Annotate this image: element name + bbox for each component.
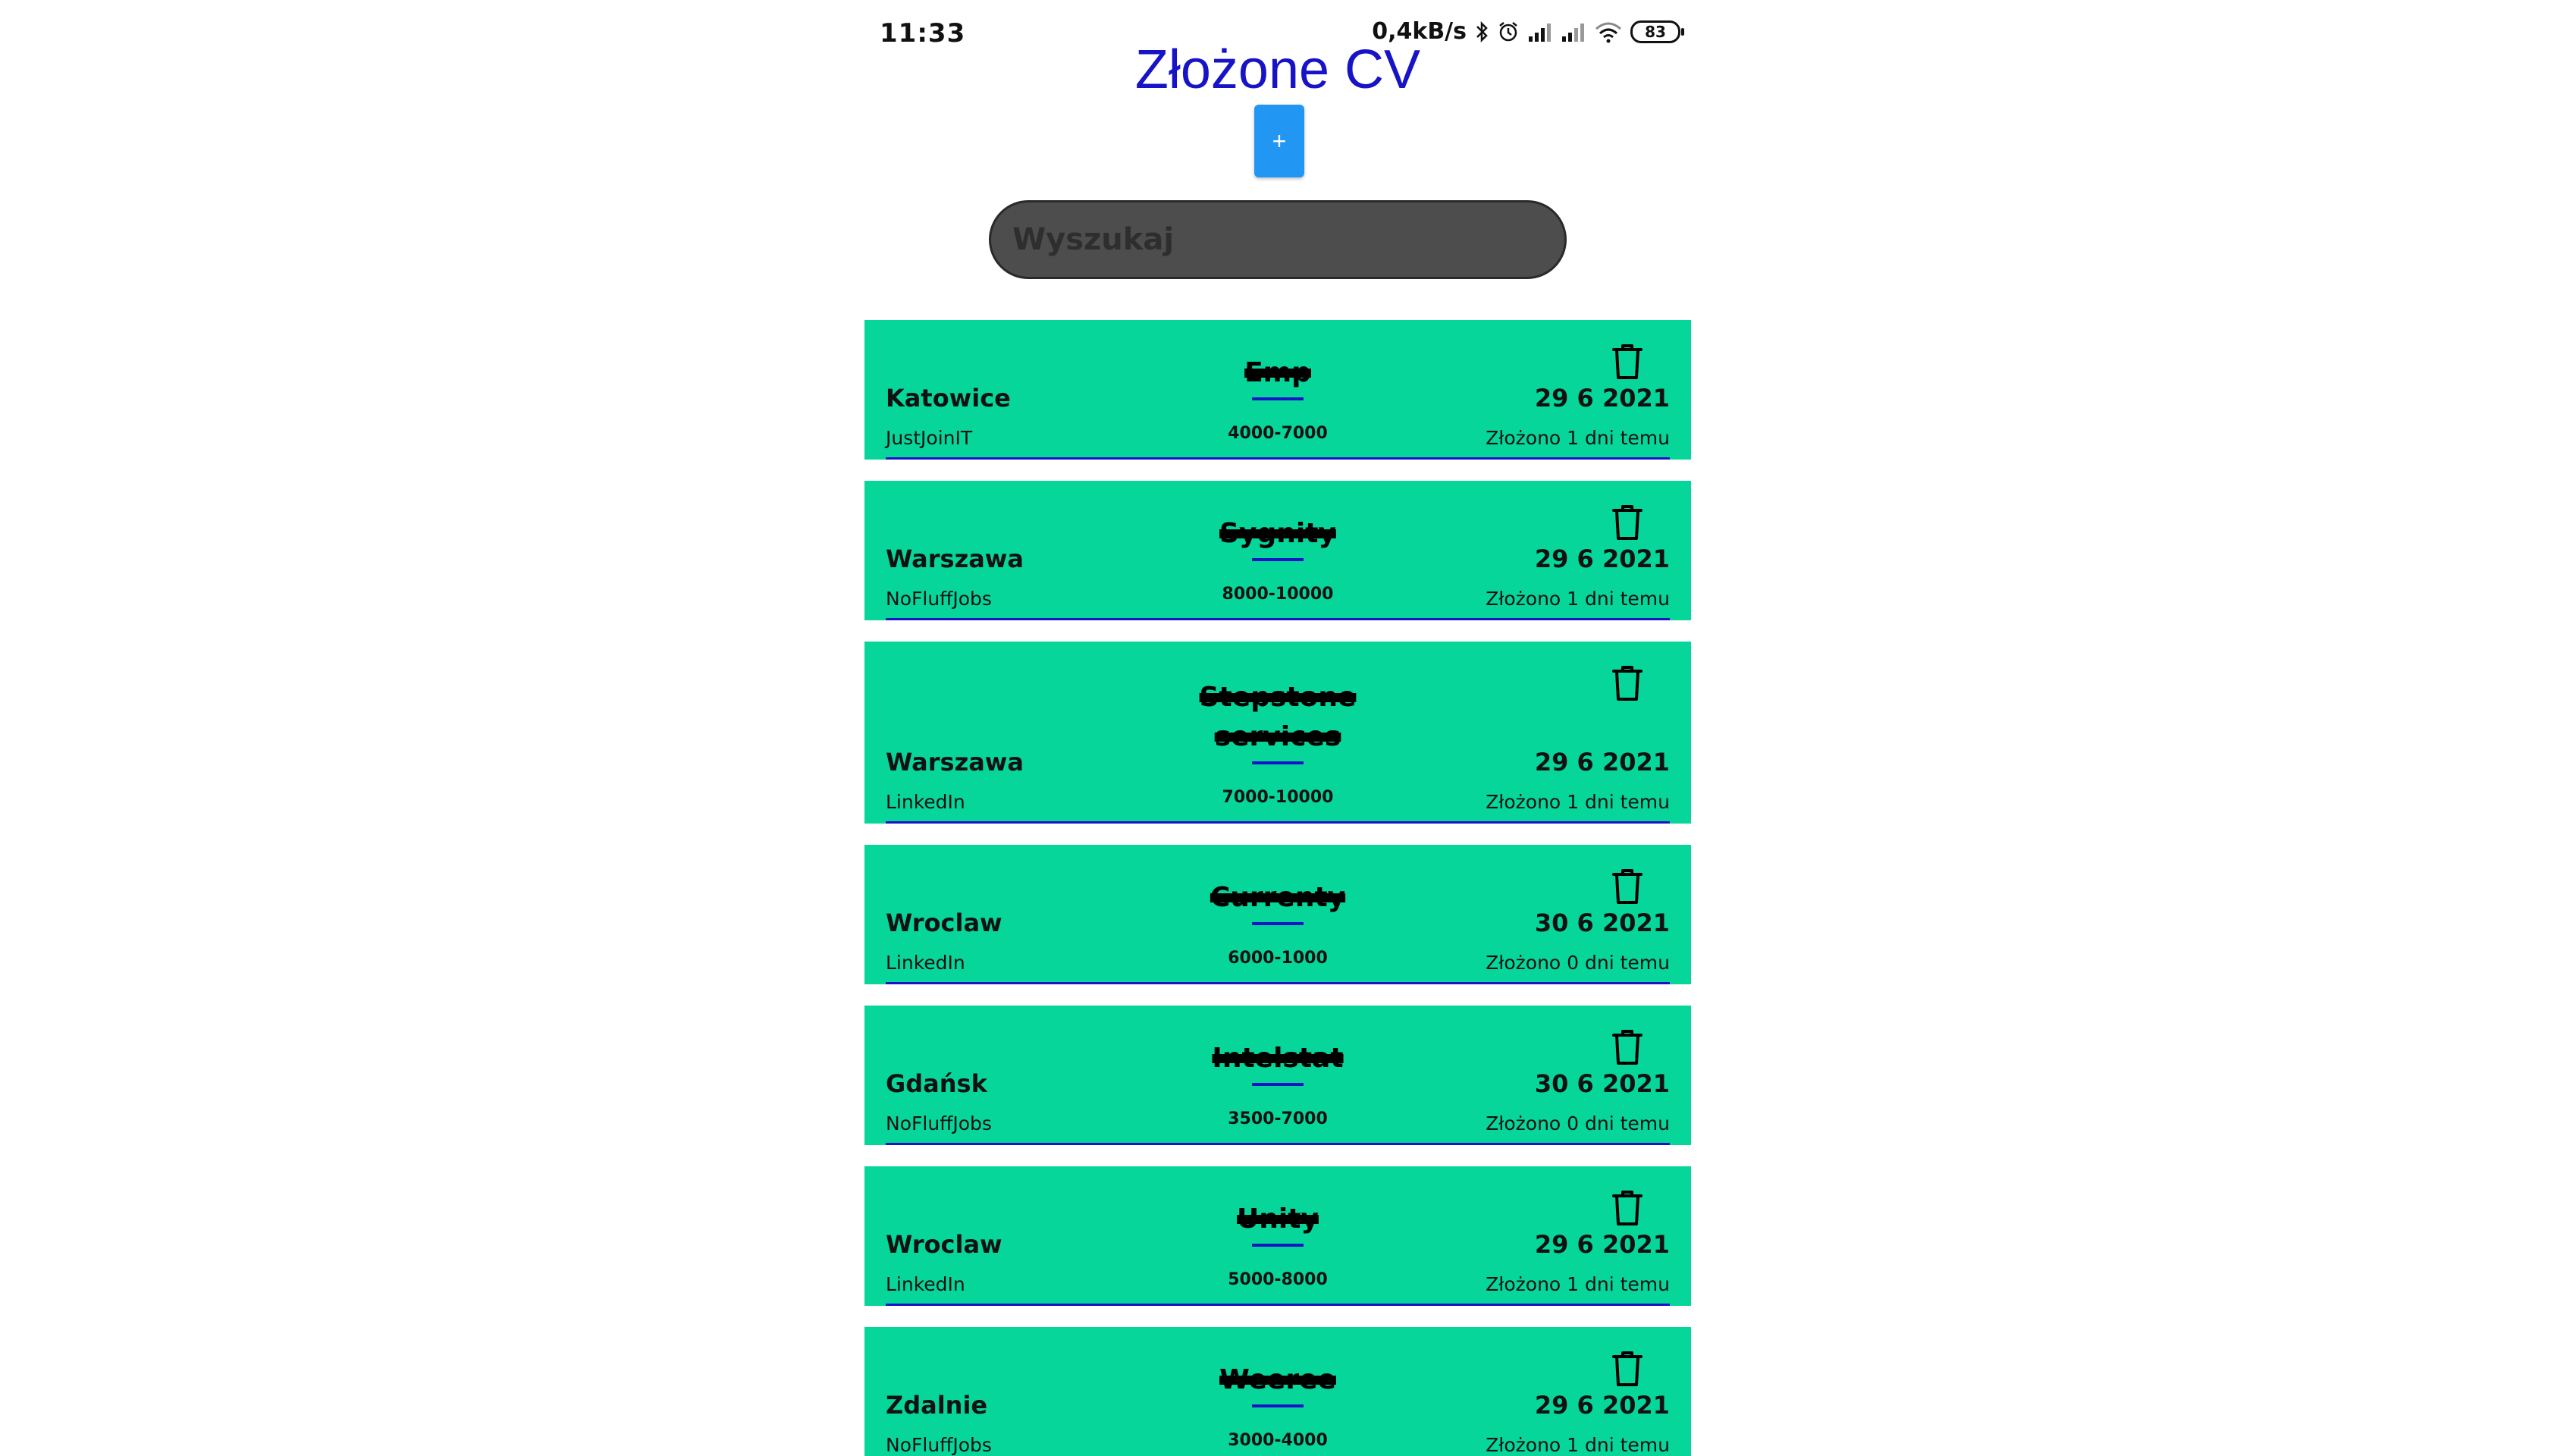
card-date: 29 6 2021 xyxy=(1534,544,1670,573)
search-input[interactable] xyxy=(989,200,1567,279)
company-underline xyxy=(1252,1083,1304,1086)
applications-list: Katowice JustJoinIT Emp 4000-7000 29 6 2… xyxy=(864,320,1691,1456)
card-date: 30 6 2021 xyxy=(1534,908,1670,937)
company-underline xyxy=(1252,922,1304,925)
card-company: Sygnity xyxy=(1219,518,1336,549)
card-applied-ago: Złożono 0 dni temu xyxy=(1486,1112,1670,1134)
trash-icon[interactable] xyxy=(1611,504,1644,541)
card-applied-ago: Złożono 1 dni temu xyxy=(1486,791,1670,813)
company-underline xyxy=(1252,558,1304,561)
card-company-block: Emp xyxy=(1126,353,1429,400)
card-source: NoFluffJobs xyxy=(886,1112,992,1134)
add-cv-button[interactable]: + xyxy=(1254,105,1304,177)
trash-icon[interactable] xyxy=(1611,868,1644,905)
card-date: 29 6 2021 xyxy=(1534,1391,1670,1420)
card-divider xyxy=(886,821,1670,824)
card-applied-ago: Złożono 1 dni temu xyxy=(1486,1434,1670,1456)
card-source: LinkedIn xyxy=(886,791,965,813)
card-date: 29 6 2021 xyxy=(1534,748,1670,777)
card-date: 30 6 2021 xyxy=(1534,1069,1670,1098)
card-salary: 7000-10000 xyxy=(1222,788,1334,807)
card-applied-ago: Złożono 1 dni temu xyxy=(1486,427,1670,449)
card-source: JustJoinIT xyxy=(886,427,973,449)
card-date: 29 6 2021 xyxy=(1534,384,1670,413)
card-company-block: Sygnity xyxy=(1126,514,1429,561)
card-divider xyxy=(886,1143,1670,1145)
company-underline xyxy=(1252,1244,1304,1247)
card-city: Katowice xyxy=(886,384,1011,413)
card-source: NoFluffJobs xyxy=(886,588,992,610)
card-company-block: Weeree xyxy=(1126,1360,1429,1407)
card-company: Intelstat xyxy=(1212,1043,1344,1074)
card-company: Stepstone services xyxy=(1199,682,1357,752)
phone-screen: 11:33 0,4kB/s 83 Złożone CV + Katowice xyxy=(864,0,1691,1456)
card-company-block: Currenty xyxy=(1126,878,1429,925)
card-divider xyxy=(886,982,1670,984)
card-salary: 6000-1000 xyxy=(1228,949,1328,968)
card-source: LinkedIn xyxy=(886,952,965,974)
card-applied-ago: Złożono 1 dni temu xyxy=(1486,1273,1670,1295)
card-divider xyxy=(886,618,1670,620)
card-salary: 3500-7000 xyxy=(1228,1109,1328,1128)
card-salary: 5000-8000 xyxy=(1228,1270,1328,1289)
page-title: Złożone CV xyxy=(1134,39,1421,100)
card-company: Weeree xyxy=(1219,1364,1336,1395)
card-company-block: Stepstone services xyxy=(1126,678,1429,764)
card-company: Unity xyxy=(1237,1203,1319,1235)
card-city: Wroclaw xyxy=(886,908,1002,937)
application-card[interactable]: Gdańsk NoFluffJobs Intelstat 3500-7000 3… xyxy=(864,1006,1691,1145)
card-date: 29 6 2021 xyxy=(1534,1230,1670,1259)
company-underline xyxy=(1252,1404,1304,1407)
application-card[interactable]: Katowice JustJoinIT Emp 4000-7000 29 6 2… xyxy=(864,320,1691,460)
company-underline xyxy=(1252,761,1304,764)
application-card[interactable]: Wroclaw LinkedIn Unity 5000-8000 29 6 20… xyxy=(864,1166,1691,1306)
application-card[interactable]: Wroclaw LinkedIn Currenty 6000-1000 30 6… xyxy=(864,845,1691,984)
card-city: Wroclaw xyxy=(886,1230,1002,1259)
card-divider xyxy=(886,1304,1670,1306)
trash-icon[interactable] xyxy=(1611,343,1644,381)
card-source: LinkedIn xyxy=(886,1273,965,1295)
card-company-block: Unity xyxy=(1126,1200,1429,1247)
card-applied-ago: Złożono 0 dni temu xyxy=(1486,952,1670,974)
company-underline xyxy=(1252,397,1304,400)
card-salary: 8000-10000 xyxy=(1222,585,1334,604)
card-city: Warszawa xyxy=(886,544,1024,573)
trash-icon[interactable] xyxy=(1611,664,1644,702)
card-city: Zdalnie xyxy=(886,1391,988,1420)
card-city: Gdańsk xyxy=(886,1069,987,1098)
card-salary: 4000-7000 xyxy=(1228,424,1328,443)
trash-icon[interactable] xyxy=(1611,1189,1644,1227)
card-divider xyxy=(886,457,1670,460)
application-card[interactable]: Warszawa LinkedIn Stepstone services 700… xyxy=(864,642,1691,824)
trash-icon[interactable] xyxy=(1611,1350,1644,1388)
card-company: Currenty xyxy=(1210,882,1346,913)
card-applied-ago: Złożono 1 dni temu xyxy=(1486,588,1670,610)
card-salary: 3000-4000 xyxy=(1228,1431,1328,1450)
card-company: Emp xyxy=(1244,357,1311,388)
application-card[interactable]: Zdalnie NoFluffJobs Weeree 3000-4000 29 … xyxy=(864,1327,1691,1456)
application-card[interactable]: Warszawa NoFluffJobs Sygnity 8000-10000 … xyxy=(864,481,1691,620)
card-source: NoFluffJobs xyxy=(886,1434,992,1456)
card-company-block: Intelstat xyxy=(1126,1039,1429,1086)
trash-icon[interactable] xyxy=(1611,1028,1644,1066)
card-city: Warszawa xyxy=(886,748,1024,777)
